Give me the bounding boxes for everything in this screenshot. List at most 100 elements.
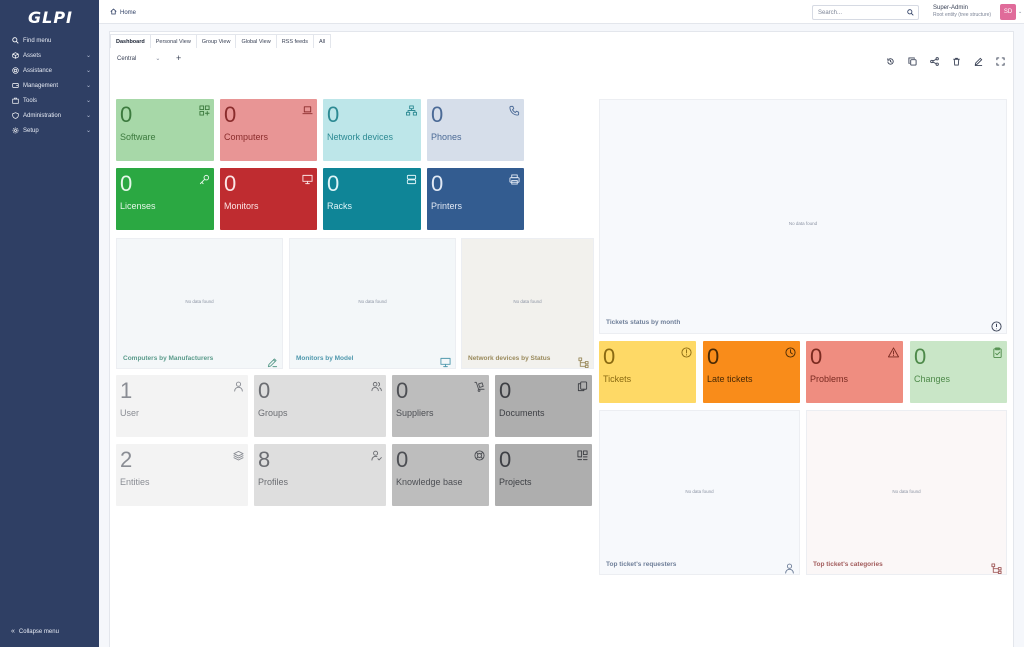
glpi-logo[interactable]: GLPI [28, 8, 73, 27]
panel-title: Top ticket's requesters [606, 561, 677, 568]
sidebar-item-label: Management [23, 82, 59, 89]
counter-card-suppliers[interactable]: 0 Suppliers [392, 375, 489, 437]
counter-card-projects[interactable]: 0 Projects [495, 444, 592, 506]
counter-card-computers[interactable]: 0 Computers [220, 99, 317, 161]
sidebar-item-management[interactable]: Management ⌄ [0, 78, 99, 93]
apps-icon [199, 103, 210, 116]
chevron-down-icon: ⌄ [155, 56, 161, 62]
counter-card-monitors[interactable]: 0 Monitors [220, 168, 317, 230]
counter-value: 0 [396, 378, 409, 403]
tab-dashboard[interactable]: Dashboard [110, 34, 151, 48]
chevron-down-icon: ⌄ [85, 53, 91, 59]
chart-panel-monitors-by-model[interactable]: No data found Monitors by Model [289, 238, 456, 369]
counter-card-phones[interactable]: 0 Phones [427, 99, 524, 161]
counter-value: 0 [120, 102, 133, 127]
no-data-text: No data found [685, 489, 714, 494]
breadcrumb[interactable]: Home [110, 8, 136, 17]
tab-rss-feeds[interactable]: RSS feeds [275, 34, 314, 48]
clipboard-check-icon [992, 345, 1003, 358]
printer-icon [509, 172, 520, 185]
counter-value: 0 [431, 171, 444, 196]
counter-card-profiles[interactable]: 8 Profiles [254, 444, 386, 506]
counter-value: 8 [258, 447, 271, 472]
search-input[interactable]: Search... [812, 5, 919, 20]
active-entity: Root entity (tree structure) [933, 12, 992, 18]
tab-all[interactable]: All [312, 34, 332, 48]
topbar: Home Search... Super-Admin Root entity (… [99, 0, 1024, 24]
counter-value: 0 [224, 171, 237, 196]
counter-card-groups[interactable]: 0 Groups [254, 375, 386, 437]
counter-card-changes[interactable]: 0 Changes [910, 341, 1007, 403]
collapse-menu-button[interactable]: « Collapse menu [11, 628, 59, 635]
dashboard-select-value: Central [117, 55, 137, 62]
counter-card-user[interactable]: 1 User [116, 375, 248, 437]
counter-card-licenses[interactable]: 0 Licenses [116, 168, 214, 230]
sidebar-item-label: Find menu [23, 37, 52, 44]
counter-card-entities[interactable]: 2 Entities [116, 444, 248, 506]
chart-panel-computers-by-manufacturers[interactable]: No data found Computers by Manufacturers [116, 238, 283, 369]
main-content: Dashboard Personal View Group View Globa… [109, 31, 1014, 647]
share-icon[interactable] [929, 56, 940, 67]
counter-card-documents[interactable]: 0 Documents [495, 375, 592, 437]
counter-card-knowledge-base[interactable]: 0 Knowledge base [392, 444, 489, 506]
counter-label: Computers [224, 132, 269, 142]
user-menu[interactable]: Super-Admin Root entity (tree structure) [933, 5, 991, 19]
search-icon[interactable] [907, 9, 914, 18]
chevron-down-icon: ⌄ [85, 98, 91, 104]
briefcase-icon [11, 97, 19, 105]
sidebar-item-assets[interactable]: Assets ⌄ [0, 48, 99, 63]
copy-icon[interactable] [907, 56, 918, 67]
chevron-down-icon[interactable]: ⌄ [1018, 9, 1022, 15]
dashboard-select[interactable]: Central ⌄ [117, 55, 161, 63]
chart-panel-top-ticket-s-requesters[interactable]: No data found Top ticket's requesters [599, 410, 800, 575]
counter-label: Entities [120, 477, 150, 487]
counter-value: 0 [914, 344, 927, 369]
counter-card-software[interactable]: 0 Software [116, 99, 214, 161]
sidebar-item-label: Administration [23, 112, 62, 119]
tickets-status-panel[interactable]: No data found Tickets status by month [599, 99, 1007, 334]
user-icon [233, 379, 244, 392]
counter-label: Knowledge base [396, 477, 463, 487]
sidebar-item-label: Assets [23, 52, 42, 59]
chevrons-left-icon: « [11, 628, 15, 635]
add-dashboard-button[interactable]: + [176, 53, 181, 63]
chart-panel-network-devices-by-status[interactable]: No data found Network devices by Status [461, 238, 594, 369]
search-icon [11, 37, 19, 45]
tab-group-view[interactable]: Group View [195, 34, 237, 48]
edit-icon[interactable] [973, 56, 984, 67]
key-icon [199, 172, 210, 185]
counter-value: 1 [120, 378, 133, 403]
fullscreen-icon[interactable] [995, 56, 1006, 67]
counter-value: 0 [810, 344, 823, 369]
tab-global-view[interactable]: Global View [235, 34, 277, 48]
sidebar-item-assistance[interactable]: Assistance ⌄ [0, 63, 99, 78]
history-icon[interactable] [885, 56, 896, 67]
sidebar-item-setup[interactable]: Setup ⌄ [0, 123, 99, 138]
chart-panel-top-ticket-s-categories[interactable]: No data found Top ticket's categories [806, 410, 1007, 575]
no-data-text: No data found [788, 221, 818, 226]
avatar[interactable]: SD [1000, 4, 1016, 20]
no-data-text: No data found [185, 299, 214, 304]
sidebar-item-administration[interactable]: Administration ⌄ [0, 108, 99, 123]
panel-title: Tickets status by month [606, 319, 681, 326]
tab-personal-view[interactable]: Personal View [149, 34, 197, 48]
counter-card-tickets[interactable]: 0 Tickets [599, 341, 696, 403]
counter-label: Licenses [120, 201, 156, 211]
panel-title: Network devices by Status [468, 355, 551, 362]
counter-card-problems[interactable]: 0 Problems [806, 341, 903, 403]
kanban-icon [577, 448, 588, 461]
counter-value: 0 [327, 171, 340, 196]
no-data-text: No data found [513, 299, 542, 304]
counter-label: Phones [431, 132, 462, 142]
sidebar-item-find-menu[interactable]: Find menu [0, 33, 99, 48]
panel-title: Monitors by Model [296, 355, 354, 362]
counter-card-printers[interactable]: 0 Printers [427, 168, 524, 230]
alert-circle-icon [681, 345, 692, 358]
trash-icon[interactable] [951, 56, 962, 67]
laptop-icon [302, 103, 313, 115]
counter-card-late-tickets[interactable]: 0 Late tickets [703, 341, 800, 403]
panel-title: Top ticket's categories [813, 561, 883, 568]
counter-card-racks[interactable]: 0 Racks [323, 168, 421, 230]
sidebar-item-tools[interactable]: Tools ⌄ [0, 93, 99, 108]
counter-card-network-devices[interactable]: 0 Network devices [323, 99, 421, 161]
